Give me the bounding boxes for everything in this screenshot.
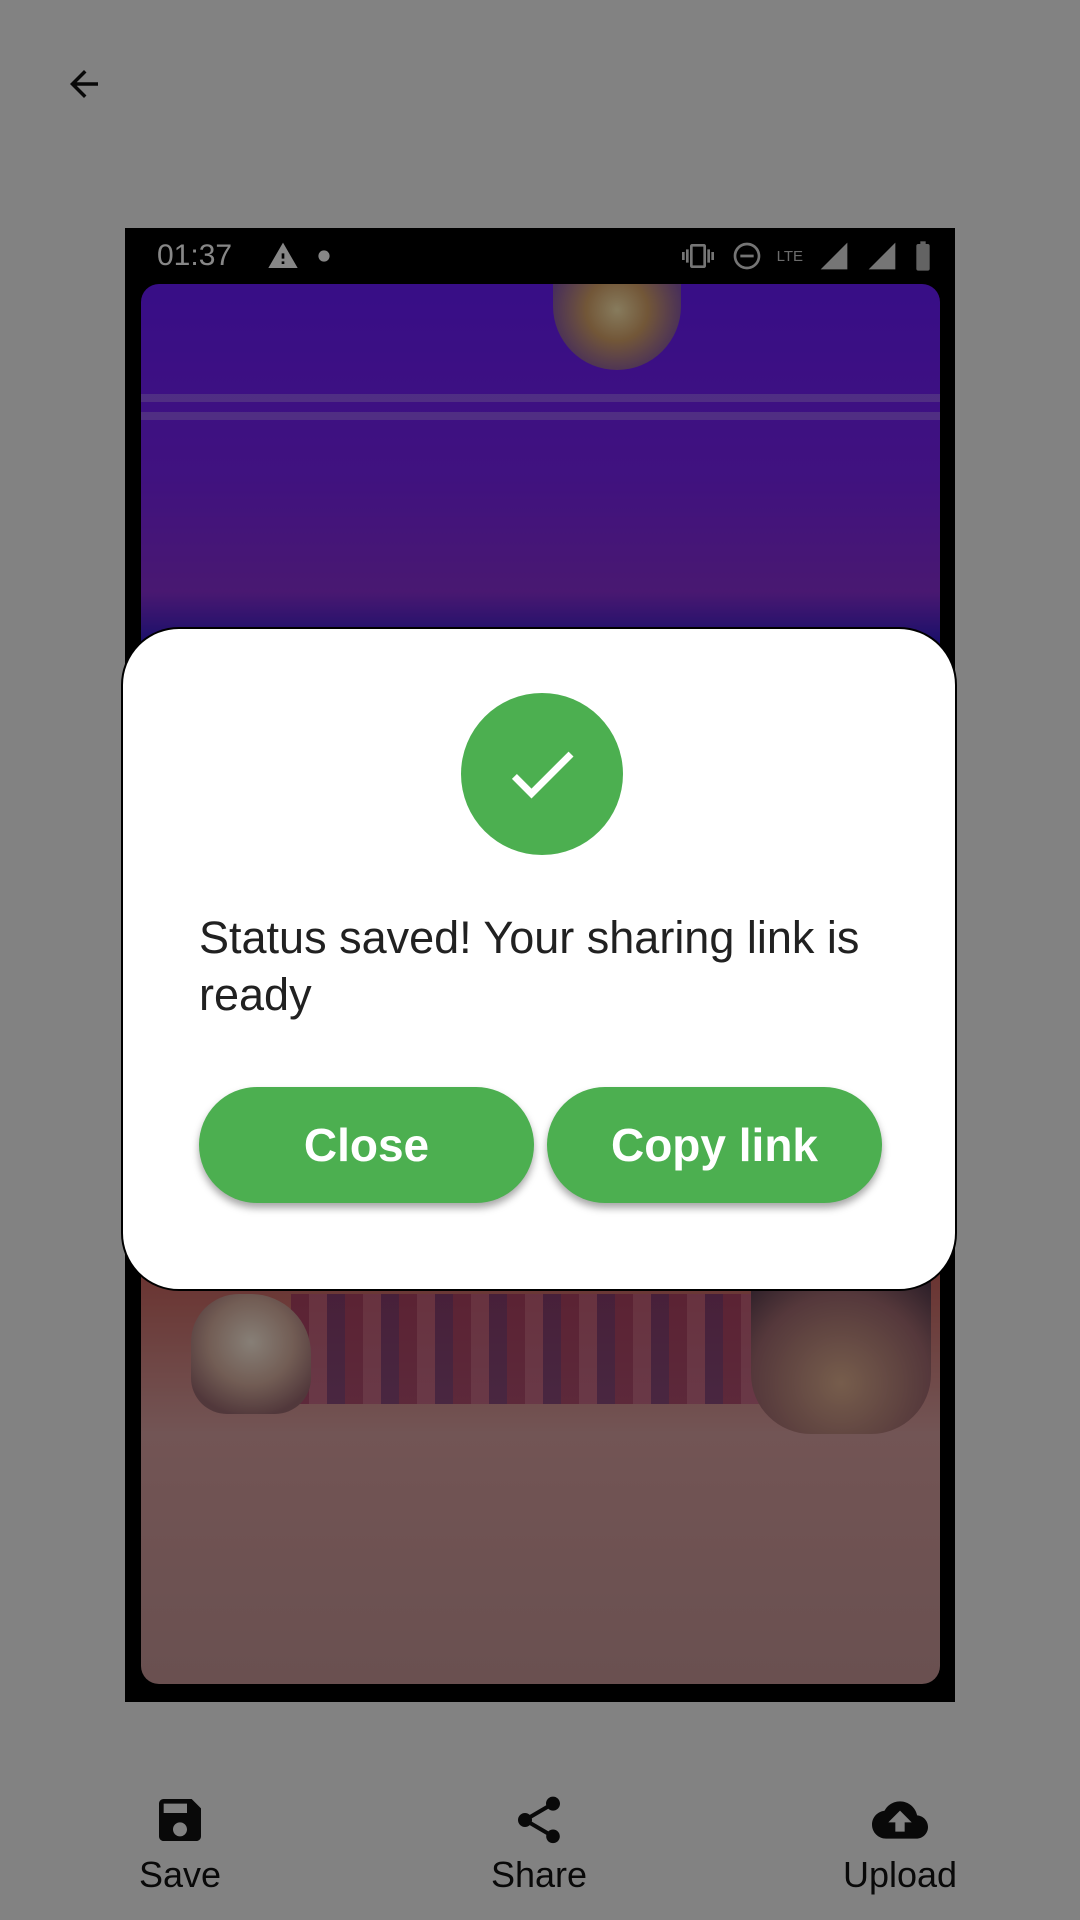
dialog-message: Status saved! Your sharing link is ready — [199, 912, 860, 1020]
copy-link-button[interactable]: Copy link — [547, 1087, 882, 1203]
success-badge — [461, 693, 623, 855]
status-saved-dialog: Status saved! Your sharing link is ready… — [121, 627, 957, 1291]
screen: 01:37 LTE Save Share Upload Status saved… — [0, 0, 1080, 1920]
check-icon — [511, 751, 574, 799]
close-button[interactable]: Close — [199, 1087, 534, 1203]
